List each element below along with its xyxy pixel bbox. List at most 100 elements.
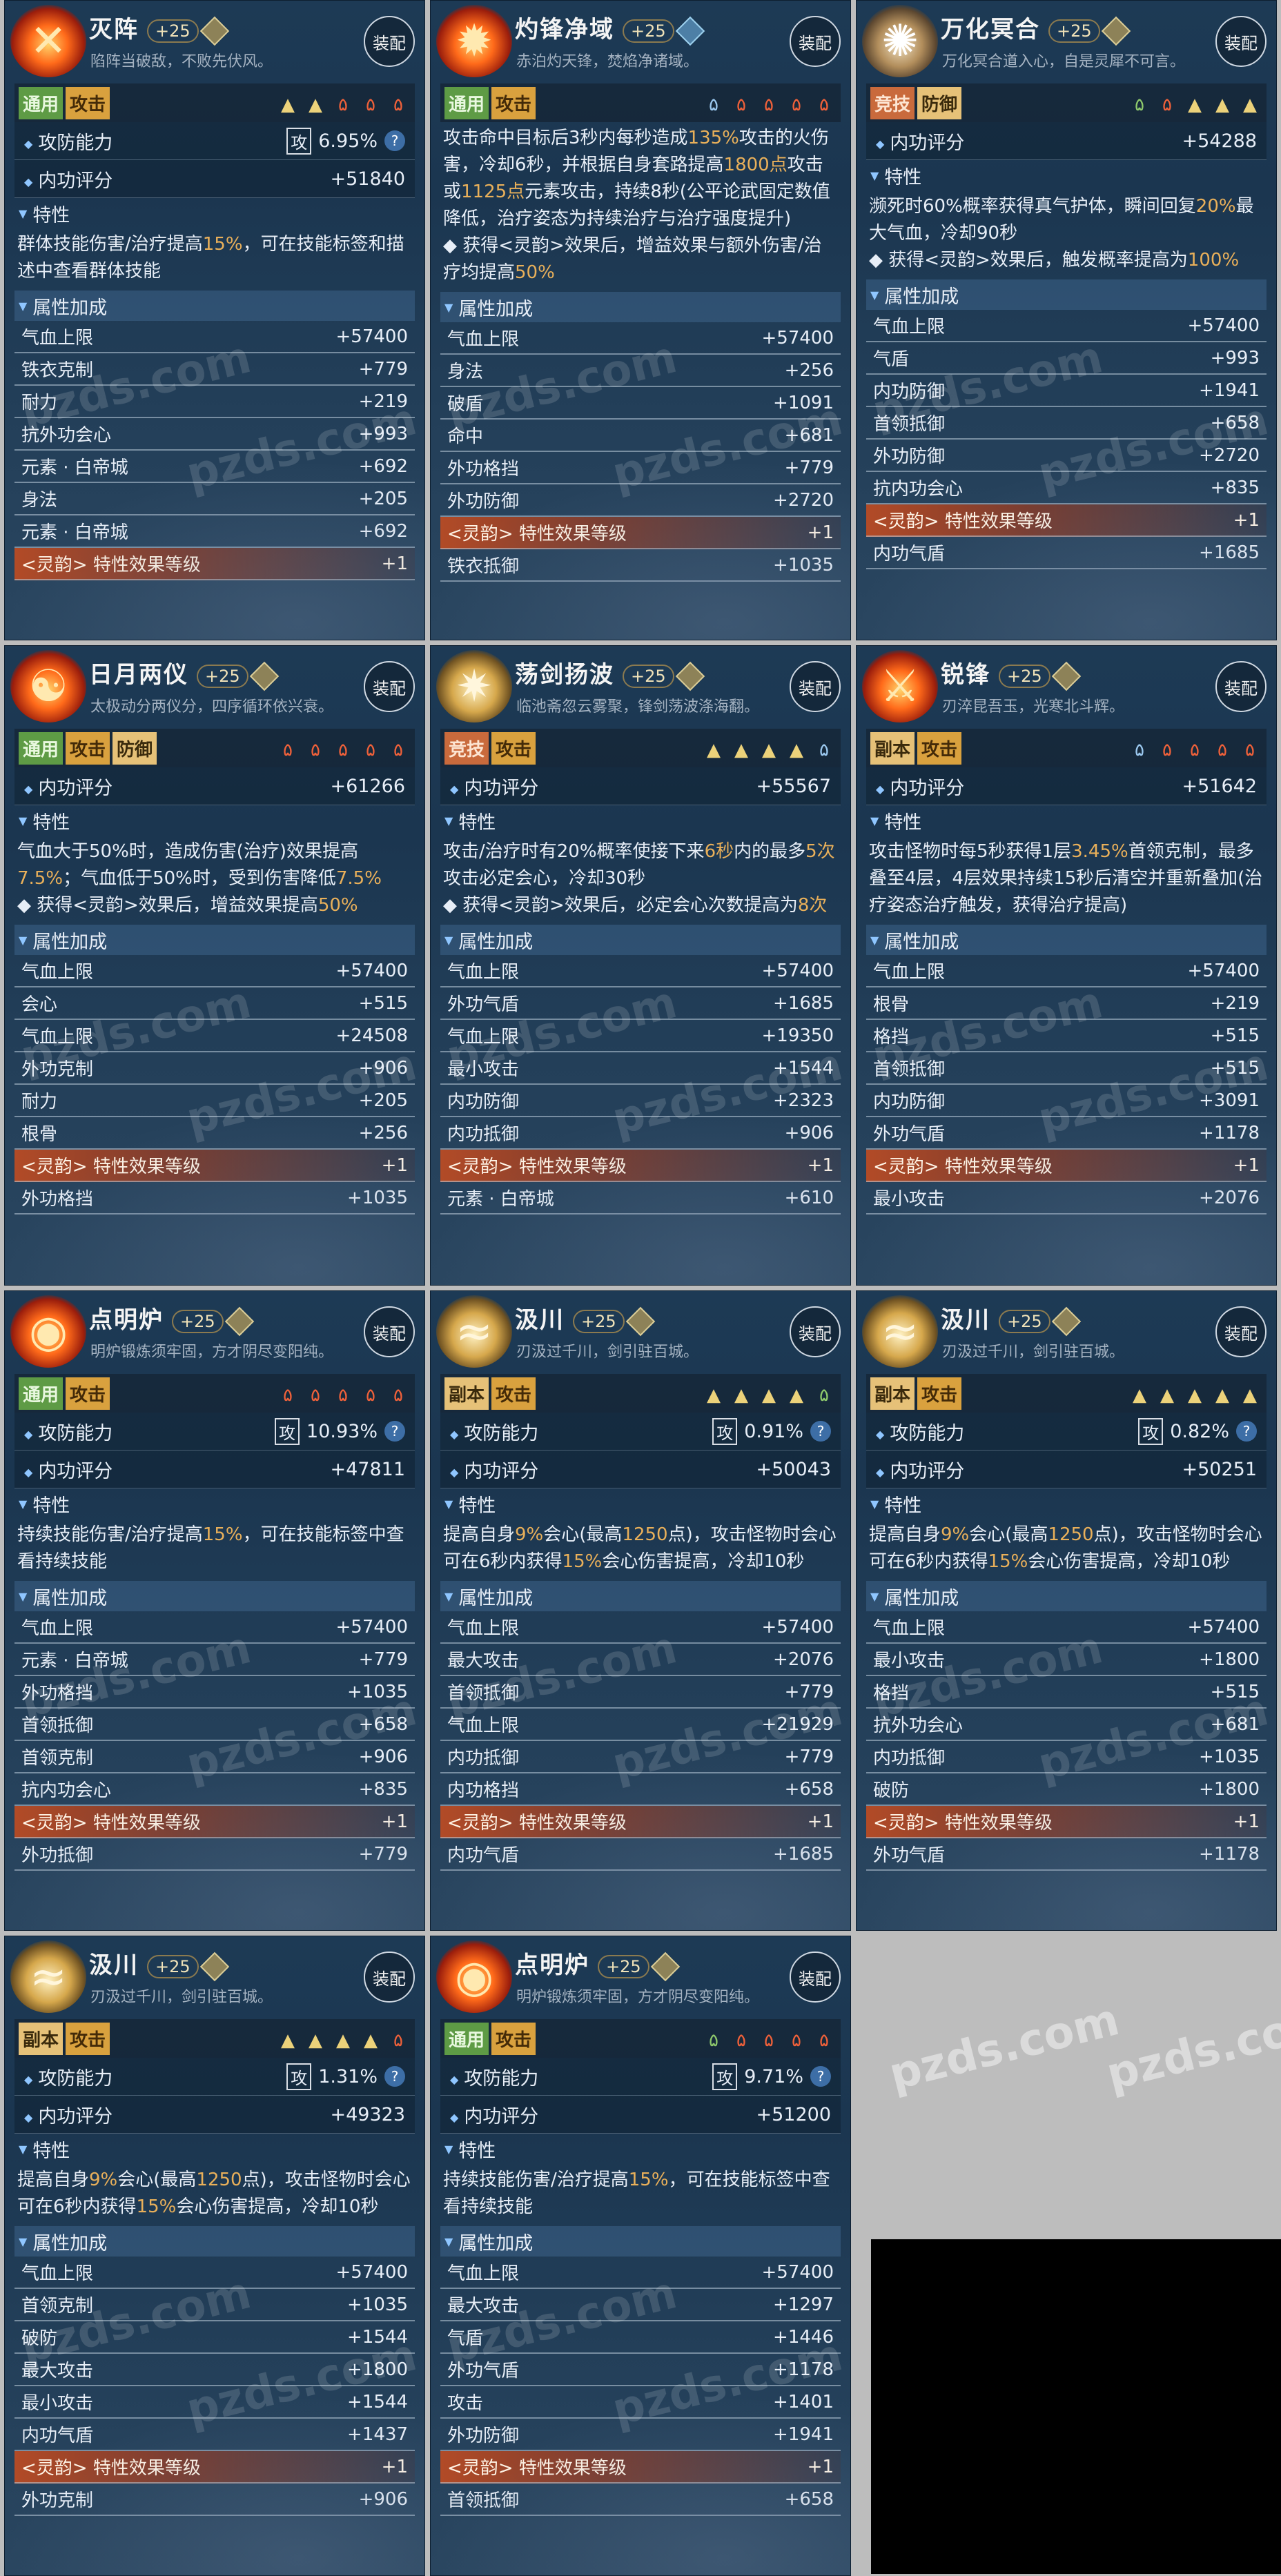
attribute-row: 最大攻击 +1800 [14, 2354, 415, 2386]
equipment-icon: ≈ [436, 1295, 512, 1368]
attribute-value: +1685 [773, 992, 834, 1014]
gem-icon [1051, 1306, 1081, 1336]
equip-button[interactable]: 装配 [790, 1951, 841, 2003]
equipment-name-text: 汲川 [941, 1306, 990, 1334]
attribute-header[interactable]: 属性加成 [866, 925, 1267, 955]
trait-header[interactable]: 特性 [14, 2134, 415, 2164]
trait-header[interactable]: 特性 [440, 2134, 841, 2164]
attribute-value: +515 [1210, 1057, 1260, 1079]
trait-header[interactable]: 特性 [440, 1488, 841, 1519]
rune-slots: ۵۵۵۵۵ [1130, 734, 1260, 760]
attack-ability-label: 攻防能力 [24, 2063, 113, 2090]
help-icon[interactable]: ? [384, 1421, 405, 1442]
attribute-row: 耐力 +219 [14, 386, 415, 418]
rune-icon: ۵ [338, 740, 348, 760]
score-row: 内功评分 +50251 [866, 1451, 1267, 1488]
attribute-value: +256 [784, 360, 834, 381]
attribute-header[interactable]: 属性加成 [14, 291, 415, 321]
attribute-header[interactable]: 属性加成 [866, 1581, 1267, 1611]
trait-text: 提高自身 [443, 1524, 516, 1545]
attribute-name: 气血上限 [21, 1027, 94, 1048]
attribute-row: 攻击 +1401 [440, 2386, 841, 2419]
rune-icon: ۵ [1162, 740, 1172, 760]
attribute-row: 内功气盾 +1437 [14, 2419, 415, 2451]
level-badge: +25 [197, 664, 248, 688]
attribute-name: 最大攻击 [447, 2296, 520, 2317]
attribute-header[interactable]: 属性加成 [866, 279, 1267, 310]
equipment-card: ≈汲川 +25 刃汲过千川，剑引驻百城。 装配副本攻击 ▲ ▲ ▲ ▲ ▲ 攻防能力 攻 0.82%?… [856, 1290, 1277, 1931]
attribute-row: 会心 +515 [14, 987, 415, 1020]
attribute-row: 耐力 +205 [14, 1085, 415, 1117]
trait-header[interactable]: 特性 [14, 1488, 415, 1519]
equipment-name-text: 灭阵 [89, 16, 139, 43]
attribute-row: 首领抵御 +658 [440, 2484, 841, 2516]
equip-button[interactable]: 装配 [790, 661, 841, 712]
attribute-header[interactable]: 属性加成 [440, 1581, 841, 1611]
level-badge: +25 [172, 1309, 224, 1333]
trait-header[interactable]: 特性 [866, 1488, 1267, 1519]
help-icon[interactable]: ? [384, 2066, 405, 2087]
trait-header[interactable]: 特性 [440, 805, 841, 836]
help-icon[interactable]: ? [384, 130, 405, 151]
attribute-header[interactable]: 属性加成 [440, 2226, 841, 2257]
score-value: +49323 [330, 2103, 405, 2125]
trait-text: 会心(最高 [969, 1524, 1048, 1545]
equip-button[interactable]: 装配 [364, 661, 415, 712]
attribute-row: 元素 · 白帝城 +779 [14, 1644, 415, 1676]
equip-button[interactable]: 装配 [790, 16, 841, 67]
equip-button[interactable]: 装配 [790, 1306, 841, 1357]
equip-button[interactable]: 装配 [1215, 16, 1267, 67]
attribute-header[interactable]: 属性加成 [440, 925, 841, 955]
attribute-row: 内功气盾 +1685 [440, 1838, 841, 1871]
equip-button[interactable]: 装配 [364, 16, 415, 67]
equipment-flavor-text: 刃淬昆吾玉，光寒北斗辉。 [942, 698, 1125, 716]
tag-row: 副本 攻击 ▲ ▲ ▲ ▲ ▲ [866, 1374, 1267, 1413]
equipment-flavor-text: 刃汲过千川，剑引驻百城。 [90, 1989, 273, 2006]
attribute-name: 身法 [21, 490, 58, 511]
attribute-value: +219 [1210, 992, 1260, 1014]
score-label: 内功评分 [876, 1456, 964, 1483]
attribute-value: +1178 [773, 2359, 834, 2380]
black-area [871, 2239, 1281, 2574]
attribute-name: 内功防御 [873, 382, 946, 402]
rune-icon: ۵ [1190, 740, 1200, 760]
attribute-header[interactable]: 属性加成 [440, 292, 841, 322]
trait-text: 1250 [196, 2170, 242, 2190]
rune-icon: ۵ [283, 1385, 293, 1406]
attribute-row: 抗外功会心 +993 [14, 418, 415, 451]
attribute-row: 抗内功会心 +835 [14, 1773, 415, 1806]
rune-icon: ۵ [709, 95, 718, 115]
trait-header[interactable]: 特性 [14, 805, 415, 836]
rune-icon: ۵ [764, 2030, 774, 2051]
attribute-name: 元素 · 白帝城 [21, 458, 128, 478]
trait-text: 50% [317, 895, 358, 916]
help-icon[interactable]: ? [810, 1421, 831, 1442]
attack-ability-value: 攻 0.91%? [712, 1417, 831, 1445]
attribute-header[interactable]: 属性加成 [14, 2226, 415, 2257]
attribute-header[interactable]: 属性加成 [14, 925, 415, 955]
equip-button[interactable]: 装配 [1215, 1306, 1267, 1357]
attribute-header[interactable]: 属性加成 [14, 1581, 415, 1611]
tag-row: 通用 攻击 ۵ ۵ ۵ ۵ ۵ [440, 2019, 841, 2058]
attribute-name: 气血上限 [21, 2263, 94, 2284]
trait-header[interactable]: 特性 [866, 805, 1267, 836]
help-icon[interactable]: ? [810, 2066, 831, 2087]
trait-header[interactable]: 特性 [866, 160, 1267, 190]
help-icon[interactable]: ? [1236, 1421, 1257, 1442]
attribute-value: +1035 [347, 2294, 408, 2315]
equip-button[interactable]: 装配 [1215, 661, 1267, 712]
attribute-row: 内功抵御 +906 [440, 1117, 841, 1150]
score-label: 内功评分 [450, 2101, 538, 2128]
attack-percent: 6.95% [318, 130, 378, 152]
attribute-name: 外功克制 [21, 1059, 94, 1080]
attribute-row: 外功格挡 +1035 [14, 1182, 415, 1215]
equip-button[interactable]: 装配 [364, 1951, 415, 2003]
attribute-name: 抗外功会心 [873, 1715, 964, 1736]
trait-header[interactable]: 特性 [14, 198, 415, 228]
attribute-name: 气血上限 [447, 962, 520, 983]
equip-button[interactable]: 装配 [364, 1306, 415, 1357]
category-tag: 副本 [19, 2022, 63, 2055]
attribute-value: +57400 [335, 2261, 409, 2283]
equipment-icon: ≈ [10, 1940, 86, 2013]
card-body: 攻防能力 攻 1.31%? 内功评分 +49323 特性提高自身9%会心(最高1250点)… [5, 2058, 424, 2516]
